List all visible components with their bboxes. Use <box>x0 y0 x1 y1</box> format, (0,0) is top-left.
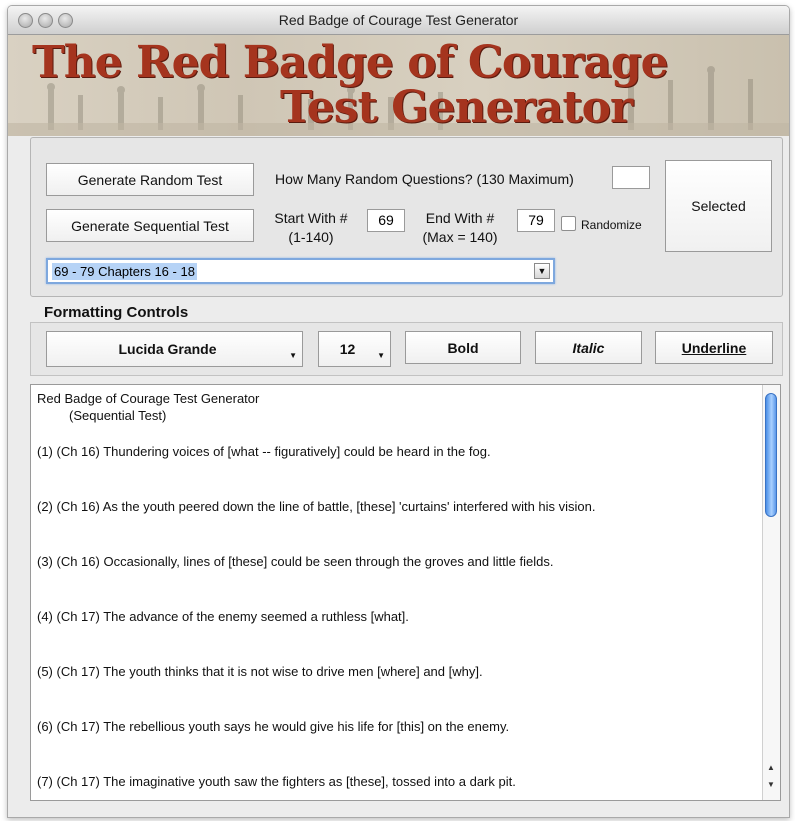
start-with-label: Start With # <box>274 210 348 226</box>
end-with-field[interactable]: 79 <box>517 209 555 232</box>
scrollbar-thumb[interactable] <box>765 393 777 517</box>
font-size-popup[interactable]: 12 ▼ <box>318 331 391 367</box>
scroll-down-arrow-icon[interactable]: ▼ <box>765 780 777 792</box>
chapter-range-value: 69 - 79 Chapters 16 - 18 <box>52 263 197 280</box>
question-item: (6) (Ch 17) The rebellious youth says he… <box>37 719 510 734</box>
question-item: (4) (Ch 17) The advance of the enemy see… <box>37 609 409 624</box>
start-with-field[interactable]: 69 <box>367 209 405 232</box>
document-subtitle: (Sequential Test) <box>69 408 167 423</box>
end-with-label: End With # <box>425 210 495 226</box>
randomize-checkbox[interactable] <box>561 216 576 231</box>
generate-sequential-test-button[interactable]: Generate Sequential Test <box>46 209 254 242</box>
italic-button[interactable]: Italic <box>535 331 642 364</box>
title-bar[interactable]: Red Badge of Courage Test Generator <box>8 6 789 35</box>
question-item: (3) (Ch 16) Occasionally, lines of [thes… <box>37 554 554 569</box>
font-family-value: Lucida Grande <box>118 341 217 357</box>
banner-title-line1: The Red Badge of Courage <box>32 37 669 88</box>
randomize-label: Randomize <box>581 218 642 232</box>
window-title: Red Badge of Courage Test Generator <box>278 12 519 28</box>
banner-image: The Red Badge of Courage Test Generator <box>8 35 789 136</box>
formatting-controls-heading: Formatting Controls <box>44 304 189 321</box>
question-item: (5) (Ch 17) The youth thinks that it is … <box>37 664 483 679</box>
chevron-down-icon[interactable]: ▼ <box>534 263 550 279</box>
question-item: (1) (Ch 16) Thundering voices of [what -… <box>37 444 491 459</box>
bold-button[interactable]: Bold <box>405 331 521 364</box>
font-family-popup[interactable]: Lucida Grande ▼ <box>46 331 303 367</box>
end-range-label: (Max = 140) <box>422 229 498 245</box>
random-count-field[interactable] <box>612 166 650 189</box>
chevron-down-icon: ▼ <box>377 351 385 360</box>
vertical-scrollbar[interactable]: ▲ ▼ <box>762 385 780 800</box>
document-title: Red Badge of Courage Test Generator <box>37 391 260 406</box>
question-item: (2) (Ch 16) As the youth peered down the… <box>37 499 596 514</box>
underline-button[interactable]: Underline <box>655 331 773 364</box>
chevron-down-icon: ▼ <box>289 351 297 360</box>
scroll-up-arrow-icon[interactable]: ▲ <box>765 763 777 775</box>
chapter-range-select[interactable]: 69 - 79 Chapters 16 - 18 ▼ <box>46 258 555 284</box>
test-output-textarea[interactable]: Red Badge of Courage Test Generator (Seq… <box>30 384 781 801</box>
start-range-label: (1-140) <box>288 229 334 245</box>
font-size-value: 12 <box>339 341 356 357</box>
random-questions-label: How Many Random Questions? (130 Maximum) <box>275 171 574 187</box>
banner-title-line2: Test Generator <box>280 82 633 133</box>
selected-button[interactable]: Selected <box>665 160 772 252</box>
generate-random-test-button[interactable]: Generate Random Test <box>46 163 254 196</box>
question-item: (7) (Ch 17) The imaginative youth saw th… <box>37 774 516 789</box>
